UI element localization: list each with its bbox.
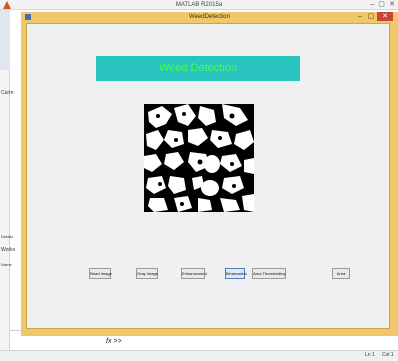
gray-image-button[interactable]: Gray Image [136, 268, 158, 279]
read-image-button[interactable]: Read Image [89, 268, 112, 279]
status-column: Col 1 [382, 352, 394, 358]
details-label: Details [1, 234, 14, 239]
gui-close-button[interactable]: ✕ [377, 12, 393, 21]
matlab-minimize-button[interactable]: – [368, 0, 377, 9]
status-bar [0, 350, 398, 361]
enhancement-button[interactable]: Enhancement [181, 268, 207, 279]
gui-maximize-button[interactable]: ▢ [366, 12, 376, 21]
binary-leaf-image [144, 104, 254, 212]
gui-minimize-button[interactable]: – [355, 12, 365, 21]
matlab-maximize-button[interactable]: ▢ [377, 0, 386, 9]
status-line: Ln 1 [365, 352, 375, 358]
area-thresholding-button[interactable]: Area Thresholding [252, 268, 286, 279]
matlab-window-title: MATLAB R2015a [175, 2, 223, 8]
workspace-name-column: Name [1, 262, 12, 267]
workspace-label: Works [1, 247, 16, 253]
command-prompt: fx >> [106, 338, 122, 345]
binary-image-display [144, 104, 254, 212]
gui-window-title: WeedDetection [189, 14, 230, 20]
matlab-close-button[interactable]: ✕ [387, 0, 397, 9]
binarization-button[interactable]: Binarization [225, 268, 247, 279]
area-button[interactable]: Area [332, 268, 350, 279]
app-heading: Weed Detection [96, 56, 300, 81]
matlab-toolstrip-strip [0, 10, 10, 70]
current-folder-label: Curre [1, 90, 14, 96]
